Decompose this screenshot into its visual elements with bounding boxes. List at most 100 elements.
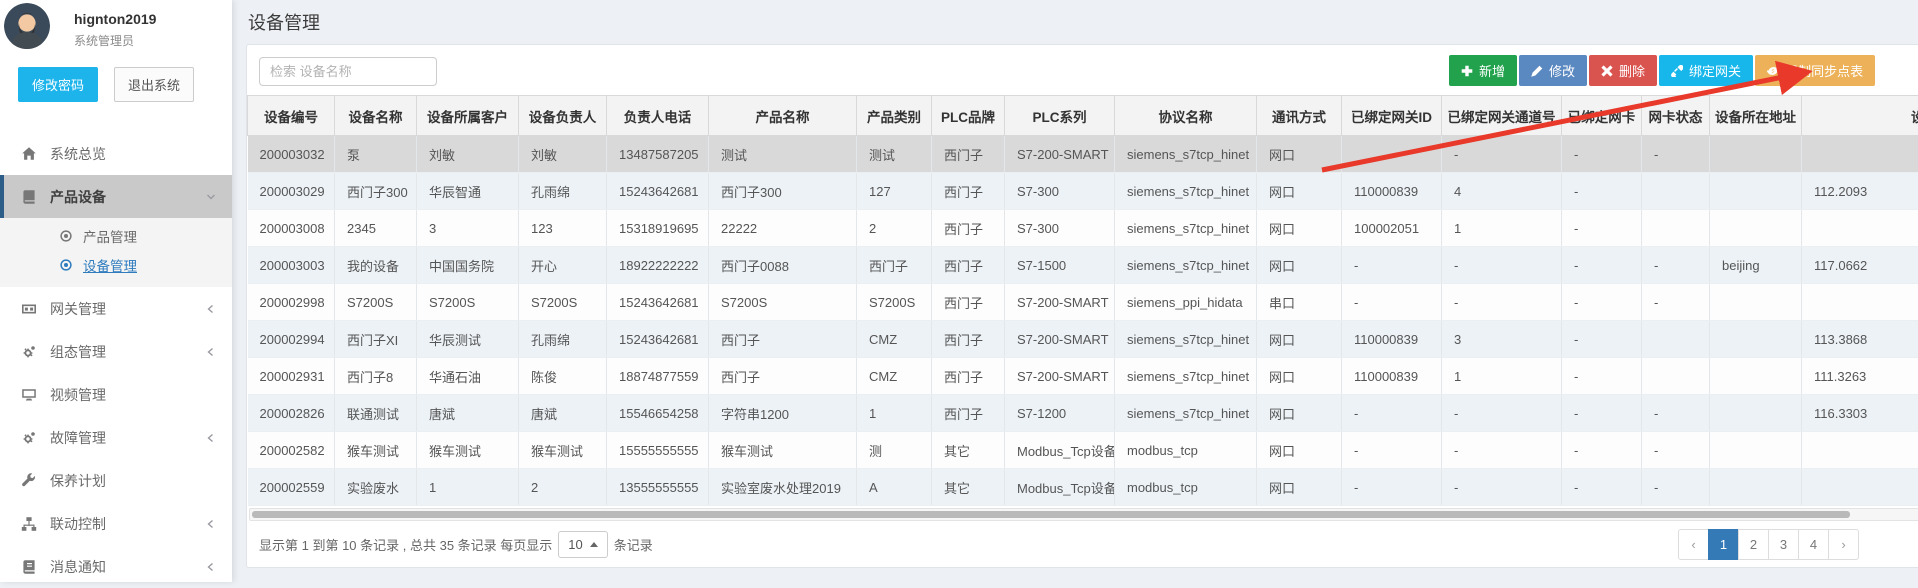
cell: CMZ bbox=[857, 358, 932, 395]
cell: modbus_tcp bbox=[1115, 469, 1257, 506]
page-button-1[interactable]: 1 bbox=[1708, 529, 1739, 560]
column-header-设备名称[interactable]: 设备名称 bbox=[335, 96, 417, 136]
caret-up-icon bbox=[590, 542, 598, 547]
column-header-协议名称[interactable]: 协议名称 bbox=[1115, 96, 1257, 136]
change-password-button[interactable]: 修改密码 bbox=[18, 67, 98, 102]
column-header-已绑定网卡[interactable]: 已绑定网卡 bbox=[1562, 96, 1642, 136]
table-row[interactable]: 200002931西门子8华通石油陈俊18874877559西门子CMZ西门子S… bbox=[248, 358, 1918, 395]
next-page-button[interactable]: › bbox=[1828, 529, 1859, 560]
table-row[interactable]: 200003003我的设备中国国务院开心18922222222西门子0088西门… bbox=[248, 247, 1918, 284]
sidebar-menu: 系统总览产品设备产品管理设备管理网关管理组态管理视频管理故障管理保养计划联动控制… bbox=[0, 132, 232, 588]
scrollbar-thumb[interactable] bbox=[252, 511, 1850, 518]
sidebar-item-网关管理[interactable]: 网关管理 bbox=[0, 287, 232, 330]
sync-icon bbox=[1767, 65, 1779, 77]
column-header-通讯方式[interactable]: 通讯方式 bbox=[1257, 96, 1342, 136]
table-row[interactable]: 200002582猴车测试猴车测试猴车测试15555555555猴车测试测其它M… bbox=[248, 432, 1918, 469]
cell: 网口 bbox=[1257, 395, 1342, 432]
page-button-3[interactable]: 3 bbox=[1768, 529, 1799, 560]
sidebar-item-系统总览[interactable]: 系统总览 bbox=[0, 132, 232, 175]
sidebar-item-联动控制[interactable]: 联动控制 bbox=[0, 502, 232, 545]
table-row[interactable]: 200002998S7200SS7200SS7200S15243642681S7… bbox=[248, 284, 1918, 321]
cell: 112.2093 bbox=[1802, 173, 1918, 210]
force-sync-button[interactable]: 强制同步点表 bbox=[1755, 55, 1875, 86]
cell: 200002582 bbox=[248, 432, 335, 469]
bind-gateway-button[interactable]: 绑定网关 bbox=[1659, 55, 1753, 86]
sidebar-item-视频管理[interactable]: 视频管理 bbox=[0, 373, 232, 416]
submenu-item-产品管理[interactable]: 产品管理 bbox=[0, 221, 232, 250]
search-input[interactable] bbox=[259, 57, 437, 86]
wrench-icon bbox=[21, 473, 37, 489]
column-header-网卡状态[interactable]: 网卡状态 bbox=[1642, 96, 1710, 136]
column-header-设备所属客户[interactable]: 设备所属客户 bbox=[417, 96, 519, 136]
submenu-item-label: 设备管理 bbox=[83, 255, 137, 275]
cell: S7-200-SMART bbox=[1005, 284, 1115, 321]
table-row[interactable]: 2000030082345312315318919695222222西门子S7-… bbox=[248, 210, 1918, 247]
cell: 15243642681 bbox=[607, 321, 709, 358]
delete-button[interactable]: 删除 bbox=[1589, 55, 1657, 86]
cell bbox=[1710, 469, 1802, 506]
cell bbox=[1802, 284, 1918, 321]
cell: Modbus_Tcp设备 bbox=[1005, 469, 1115, 506]
cell: 西门子 bbox=[932, 136, 1005, 173]
page-title: 设备管理 bbox=[248, 9, 320, 35]
cell: - bbox=[1562, 469, 1642, 506]
gateway-icon bbox=[21, 301, 37, 317]
column-header-负责人电话[interactable]: 负责人电话 bbox=[607, 96, 709, 136]
column-header-设备所在经度[interactable]: 设备所在经度 bbox=[1802, 96, 1918, 136]
cell: S7-1500 bbox=[1005, 247, 1115, 284]
cell: 网口 bbox=[1257, 210, 1342, 247]
cell: 测 bbox=[857, 432, 932, 469]
column-header-设备负责人[interactable]: 设备负责人 bbox=[519, 96, 607, 136]
cell: 111.3263 bbox=[1802, 358, 1918, 395]
cell: 西门子0088 bbox=[709, 247, 857, 284]
prev-page-button[interactable]: ‹ bbox=[1678, 529, 1709, 560]
button-label: 强制同步点表 bbox=[1785, 61, 1863, 80]
column-header-产品类别[interactable]: 产品类别 bbox=[857, 96, 932, 136]
column-header-已绑定网关ID[interactable]: 已绑定网关ID bbox=[1342, 96, 1442, 136]
edit-button[interactable]: 修改 bbox=[1519, 55, 1587, 86]
sidebar-item-产品设备[interactable]: 产品设备 bbox=[0, 175, 232, 218]
cell: - bbox=[1562, 358, 1642, 395]
sidebar-item-故障管理[interactable]: 故障管理 bbox=[0, 416, 232, 459]
cell: 4 bbox=[1442, 173, 1562, 210]
submenu-item-设备管理[interactable]: 设备管理 bbox=[0, 250, 232, 279]
page-button-4[interactable]: 4 bbox=[1798, 529, 1829, 560]
page-button-2[interactable]: 2 bbox=[1738, 529, 1769, 560]
table-row[interactable]: 200003032泵刘敏刘敏13487587205测试测试西门子S7-200-S… bbox=[248, 136, 1918, 173]
table-row[interactable]: 200002826联通测试唐斌唐斌15546654258字符串12001西门子S… bbox=[248, 395, 1918, 432]
cell: S7200S bbox=[417, 284, 519, 321]
button-label: 新增 bbox=[1479, 61, 1505, 80]
user-role: 系统管理员 bbox=[74, 32, 222, 49]
chevron-left-icon bbox=[206, 304, 216, 314]
column-header-PLC系列[interactable]: PLC系列 bbox=[1005, 96, 1115, 136]
table-row[interactable]: 200002559实验废水1213555555555实验室废水处理2019A其它… bbox=[248, 469, 1918, 506]
submenu: 产品管理设备管理 bbox=[0, 218, 232, 287]
column-header-产品名称[interactable]: 产品名称 bbox=[709, 96, 857, 136]
column-header-设备编号[interactable]: 设备编号 bbox=[248, 96, 335, 136]
cell: - bbox=[1562, 284, 1642, 321]
cell: 13555555555 bbox=[607, 469, 709, 506]
table-row[interactable]: 200002994西门子XI华辰测试孔雨绵15243642681西门子CMZ西门… bbox=[248, 321, 1918, 358]
cell: 测试 bbox=[857, 136, 932, 173]
page-size-dropdown[interactable]: 10 bbox=[558, 531, 607, 558]
cell: 2 bbox=[519, 469, 607, 506]
logout-button[interactable]: 退出系统 bbox=[114, 67, 194, 102]
column-header-设备所在地址[interactable]: 设备所在地址 bbox=[1710, 96, 1802, 136]
cell: 网口 bbox=[1257, 136, 1342, 173]
sidebar-item-保养计划[interactable]: 保养计划 bbox=[0, 459, 232, 502]
cell: 1 bbox=[1442, 210, 1562, 247]
column-header-已绑定网关通道号[interactable]: 已绑定网关通道号 bbox=[1442, 96, 1562, 136]
cell: 我的设备 bbox=[335, 247, 417, 284]
cell: 西门子 bbox=[932, 210, 1005, 247]
cell: - bbox=[1562, 432, 1642, 469]
cell: 实验室废水处理2019 bbox=[709, 469, 857, 506]
username: hignton2019 bbox=[74, 4, 222, 27]
horizontal-scrollbar[interactable] bbox=[249, 508, 1918, 521]
cell: 西门子 bbox=[932, 284, 1005, 321]
sidebar-item-组态管理[interactable]: 组态管理 bbox=[0, 330, 232, 373]
table-row[interactable]: 200003029西门子300华辰智通孔雨绵15243642681西门子3001… bbox=[248, 173, 1918, 210]
cell: siemens_s7tcp_hinet bbox=[1115, 358, 1257, 395]
add-button[interactable]: 新增 bbox=[1449, 55, 1517, 86]
column-header-PLC品牌[interactable]: PLC品牌 bbox=[932, 96, 1005, 136]
cell: S7200S bbox=[709, 284, 857, 321]
